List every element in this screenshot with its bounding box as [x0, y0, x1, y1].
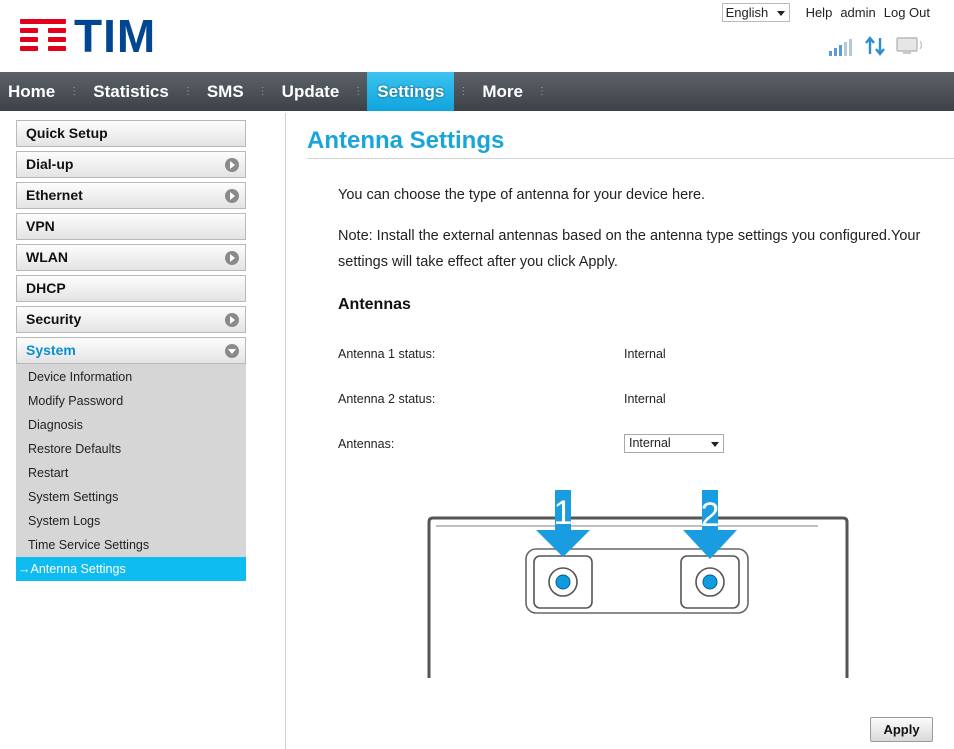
monitor-icon — [896, 37, 923, 54]
nav-separator: ⋮ — [257, 86, 268, 97]
vertical-divider — [285, 113, 286, 749]
sidebar-item-label: DHCP — [26, 280, 66, 296]
sidebar-item-system[interactable]: System — [16, 337, 246, 364]
submenu-item-device-information[interactable]: Device Information — [16, 365, 246, 389]
sidebar-item-label: Ethernet — [26, 187, 83, 203]
status-icons — [829, 34, 926, 56]
nav-separator: ⋮ — [182, 86, 193, 97]
language-select-value: English — [725, 5, 769, 20]
intro-text: You can choose the type of antenna for y… — [338, 187, 706, 203]
sidebar-item-label: VPN — [26, 218, 55, 234]
nav-statistics[interactable]: Statistics — [83, 72, 179, 111]
antennas-select-value: Internal — [629, 436, 671, 450]
antenna-port-1 — [533, 555, 593, 609]
nav-separator: ⋮ — [69, 86, 80, 97]
nav-update[interactable]: Update — [272, 72, 350, 111]
header: TIM English Help admin Log Out — [0, 0, 954, 72]
sidebar: Quick Setup Dial-up Ethernet VPN WLAN DH… — [16, 120, 246, 581]
admin-user-link[interactable]: admin — [840, 5, 875, 20]
apply-button[interactable]: Apply — [870, 717, 933, 742]
arrow-right-icon: → — [18, 562, 31, 576]
submenu-item-system-logs[interactable]: System Logs — [16, 509, 246, 533]
nav-more[interactable]: More — [472, 72, 533, 111]
antenna-port-2 — [680, 555, 740, 609]
sidebar-item-dial-up[interactable]: Dial-up — [16, 151, 246, 178]
logout-link[interactable]: Log Out — [884, 5, 930, 20]
chevron-right-icon — [225, 189, 239, 203]
data-transfer-icon — [865, 36, 885, 56]
submenu-item-time-service-settings[interactable]: Time Service Settings — [16, 533, 246, 557]
antennas-label: Antennas: — [338, 437, 395, 451]
section-title: Antennas — [338, 296, 411, 313]
title-divider — [307, 158, 954, 159]
system-submenu: Device Information Modify Password Diagn… — [16, 364, 246, 581]
submenu-item-modify-password[interactable]: Modify Password — [16, 389, 246, 413]
chevron-down-icon — [225, 344, 239, 358]
nav-separator: ⋮ — [536, 86, 547, 97]
chevron-right-icon — [225, 158, 239, 172]
sidebar-item-quick-setup[interactable]: Quick Setup — [16, 120, 246, 147]
sidebar-item-label: Quick Setup — [26, 125, 108, 141]
nav-home[interactable]: Home — [0, 72, 65, 111]
chevron-down-icon — [711, 442, 719, 447]
tim-logo-text: TIM — [74, 10, 157, 62]
submenu-item-restore-defaults[interactable]: Restore Defaults — [16, 437, 246, 461]
port-2-label: 2 — [701, 496, 720, 534]
nav-separator: ⋮ — [353, 86, 364, 97]
help-link[interactable]: Help — [806, 5, 833, 20]
page-root: TIM English Help admin Log Out Home ⋮ St… — [0, 0, 954, 749]
tim-logo-mark — [20, 17, 66, 55]
port-1-label: 1 — [554, 494, 573, 532]
top-links: English Help admin Log Out — [721, 3, 930, 22]
antenna1-status-value: Internal — [624, 347, 666, 361]
chevron-down-icon — [776, 11, 785, 16]
main-nav: Home ⋮ Statistics ⋮ SMS ⋮ Update ⋮ Setti… — [0, 72, 954, 111]
sidebar-item-label: Security — [26, 311, 82, 327]
sidebar-item-dhcp[interactable]: DHCP — [16, 275, 246, 302]
sidebar-item-label: WLAN — [26, 249, 68, 265]
submenu-item-diagnosis[interactable]: Diagnosis — [16, 413, 246, 437]
sidebar-item-wlan[interactable]: WLAN — [16, 244, 246, 271]
sidebar-item-ethernet[interactable]: Ethernet — [16, 182, 246, 209]
page-title: Antenna Settings — [307, 127, 505, 154]
arrow-down-icon: 1 — [536, 490, 590, 557]
antenna2-status-label: Antenna 2 status: — [338, 392, 436, 406]
nav-separator: ⋮ — [458, 86, 469, 97]
submenu-item-system-settings[interactable]: System Settings — [16, 485, 246, 509]
submenu-item-label: Antenna Settings — [30, 562, 126, 576]
sidebar-item-vpn[interactable]: VPN — [16, 213, 246, 240]
antenna1-status-label: Antenna 1 status: — [338, 347, 436, 361]
antennas-select[interactable]: Internal — [624, 434, 724, 453]
sidebar-item-security[interactable]: Security — [16, 306, 246, 333]
submenu-item-restart[interactable]: Restart — [16, 461, 246, 485]
chevron-right-icon — [225, 251, 239, 265]
language-select[interactable]: English — [721, 3, 790, 22]
nav-sms[interactable]: SMS — [197, 72, 254, 111]
sidebar-item-label: System — [26, 342, 76, 358]
nav-settings[interactable]: Settings — [367, 72, 455, 111]
submenu-item-antenna-settings[interactable]: →Antenna Settings — [16, 557, 246, 581]
signal-strength-icon — [829, 38, 854, 56]
note-text: Note: Install the external antennas base… — [338, 228, 921, 270]
tim-logo: TIM — [20, 10, 157, 62]
sidebar-item-label: Dial-up — [26, 156, 74, 172]
antenna2-status-value: Internal — [624, 392, 666, 406]
antenna-port-diagram: 1 2 — [427, 490, 849, 678]
chevron-right-icon — [225, 313, 239, 327]
